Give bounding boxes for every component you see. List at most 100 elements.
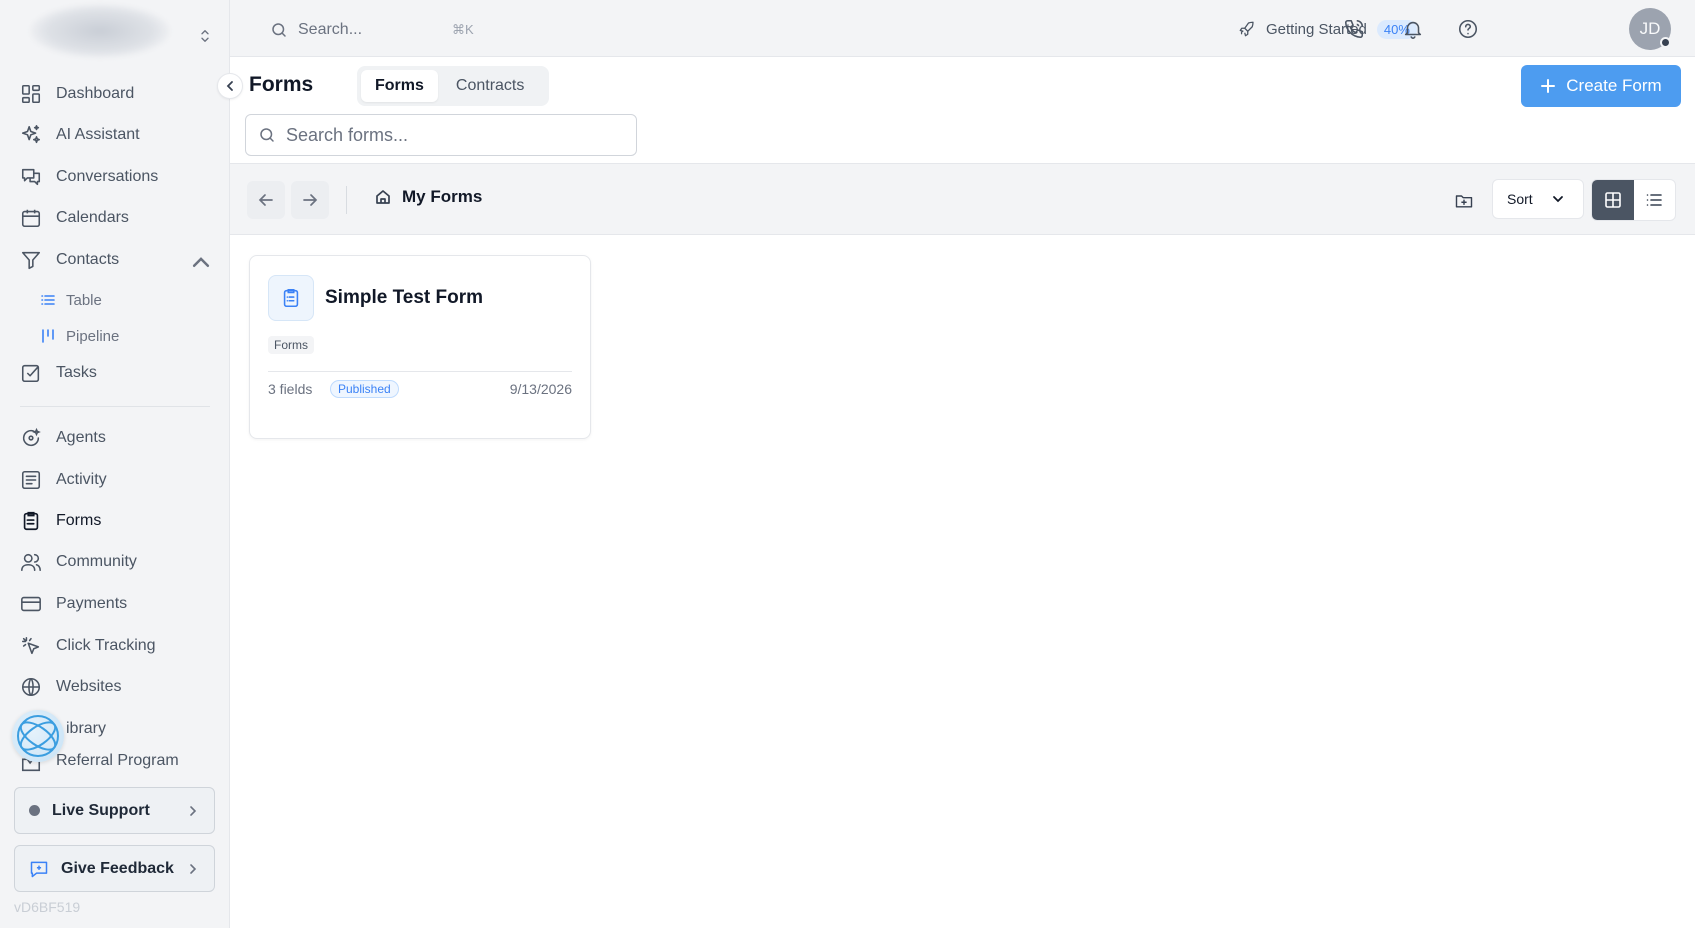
home-icon	[376, 190, 390, 204]
sidebar-item-forms[interactable]: Forms	[20, 504, 216, 538]
form-card-field-count: 3 fields	[268, 381, 313, 397]
sidebar-divider	[20, 406, 210, 407]
form-card-icon	[268, 275, 314, 321]
list-view-button[interactable]	[1634, 180, 1676, 220]
sidebar-item-community[interactable]: Community	[20, 545, 216, 579]
back-button[interactable]	[247, 181, 285, 219]
workspace-switcher-icon[interactable]	[196, 24, 214, 48]
live-support-button[interactable]: Live Support	[14, 787, 215, 834]
sidebar-item-conversations[interactable]: Conversations	[20, 160, 216, 194]
sidebar-item-label: Conversations	[56, 168, 159, 185]
sidebar-item-label: AI Assistant	[56, 126, 140, 143]
clipboard-icon	[283, 288, 299, 308]
workspace-logo[interactable]	[30, 4, 170, 58]
globe-icon	[21, 677, 41, 697]
sidebar-item-contacts[interactable]: Contacts	[20, 243, 216, 277]
folder-plus-icon	[1455, 195, 1473, 208]
sidebar-item-label: Payments	[56, 595, 128, 612]
sidebar-subitem-table[interactable]: Table	[40, 286, 210, 314]
getting-started-button[interactable]: Getting Started 40%	[1238, 16, 1417, 42]
give-feedback-button[interactable]: Give Feedback	[14, 845, 215, 892]
clipboard-icon	[23, 511, 39, 531]
tab-forms[interactable]: Forms	[361, 70, 438, 102]
sidebar-item-tasks[interactable]: Tasks	[20, 356, 216, 390]
grid-view-button[interactable]	[1592, 180, 1634, 220]
avatar-initials: JD	[1639, 19, 1661, 38]
status-dot-icon	[29, 805, 40, 816]
view-mode-toggle	[1591, 179, 1676, 221]
credit-card-icon	[21, 596, 41, 612]
forward-button[interactable]	[291, 181, 329, 219]
new-folder-button[interactable]	[1449, 186, 1479, 216]
user-avatar[interactable]: JD	[1629, 8, 1671, 50]
chevron-up-icon[interactable]	[190, 252, 212, 274]
sidebar-item-label: Community	[56, 553, 137, 570]
collapse-sidebar-button[interactable]	[217, 73, 243, 99]
notifications-button[interactable]	[1400, 16, 1426, 42]
sidebar-item-label: Calendars	[56, 209, 129, 226]
phone-button[interactable]	[1341, 16, 1367, 42]
app-version: vD6BF519	[14, 899, 81, 915]
chevron-right-icon	[190, 863, 197, 874]
ai-assistant-orb[interactable]	[12, 710, 64, 762]
global-search-placeholder: Search...	[298, 21, 363, 38]
sidebar-item-click-tracking[interactable]: Click Tracking	[20, 629, 216, 663]
sidebar-item-label: Activity	[56, 471, 107, 488]
help-button[interactable]	[1455, 16, 1481, 42]
create-form-button[interactable]: Create Form	[1521, 65, 1681, 107]
form-card-date: 9/13/2026	[509, 381, 572, 397]
sidebar-item-label: Forms	[56, 512, 102, 529]
sidebar-item-label: ibrary	[66, 720, 107, 737]
sidebar-item-payments[interactable]: Payments	[20, 587, 216, 621]
form-card-title: Simple Test Form	[325, 287, 484, 308]
sidebar-item-dashboard[interactable]: Dashboard	[20, 77, 216, 111]
sidebar-item-label: Websites	[56, 678, 122, 695]
plus-icon	[1541, 79, 1556, 93]
checkbox-icon	[21, 364, 40, 383]
feedback-icon	[30, 861, 48, 877]
search-icon	[272, 23, 286, 37]
dashboard-icon	[21, 84, 41, 104]
pipeline-icon	[42, 329, 54, 343]
sidebar-item-agents[interactable]: Agents	[20, 421, 216, 455]
chevron-down-icon	[1552, 196, 1563, 203]
sidebar-item-label: Contacts	[56, 251, 120, 268]
sidebar-subitem-pipeline[interactable]: Pipeline	[40, 322, 210, 350]
main-content: Forms Forms Contracts Create Form My For…	[230, 57, 1695, 928]
list-icon	[41, 295, 55, 305]
phone-icon	[1344, 19, 1364, 39]
form-card-tag: Forms	[268, 336, 314, 354]
sidebar-subitem-label: Table	[66, 291, 102, 309]
global-search[interactable]: Search...	[270, 14, 480, 46]
sort-dropdown[interactable]: Sort	[1492, 179, 1584, 219]
filter-icon	[21, 251, 41, 270]
sidebar-item-websites[interactable]: Websites	[20, 670, 216, 704]
sort-label: Sort	[1507, 191, 1533, 207]
activity-icon	[21, 470, 41, 490]
sidebar-item-label: Tasks	[56, 364, 97, 381]
arrow-left-icon	[258, 194, 273, 206]
sidebar-item-label: Referral Program	[56, 752, 179, 769]
chat-icon	[21, 168, 41, 186]
sidebar-item-activity[interactable]: Activity	[20, 463, 216, 497]
sidebar-item-ai-assistant[interactable]: AI Assistant	[20, 118, 216, 152]
sidebar-item-calendars[interactable]: Calendars	[20, 201, 216, 235]
form-card-divider	[268, 371, 572, 372]
search-forms-input[interactable]	[286, 124, 616, 146]
topbar: Search... ⌘K Getting Started 40% JD	[230, 0, 1695, 57]
form-card[interactable]: Simple Test Form Forms 3 fields Publishe…	[249, 255, 591, 439]
sidebar-item-library[interactable]: ibrary	[48, 712, 244, 746]
tab-contracts[interactable]: Contracts	[442, 70, 538, 102]
toolbar-divider	[346, 186, 347, 214]
grid-icon	[1604, 192, 1621, 208]
search-icon	[260, 128, 274, 142]
bell-icon	[1404, 21, 1422, 39]
cursor-click-icon	[21, 636, 40, 655]
help-icon	[1458, 19, 1478, 39]
forms-toolbar: My Forms Sort	[230, 163, 1695, 235]
page-title: Forms	[249, 73, 314, 96]
app-root: Dashboard AI Assistant Conversations Cal…	[0, 0, 1695, 928]
create-form-label: Create Form	[1566, 76, 1662, 95]
breadcrumb[interactable]: My Forms	[374, 187, 482, 207]
sidebar-subitem-label: Pipeline	[66, 327, 120, 345]
